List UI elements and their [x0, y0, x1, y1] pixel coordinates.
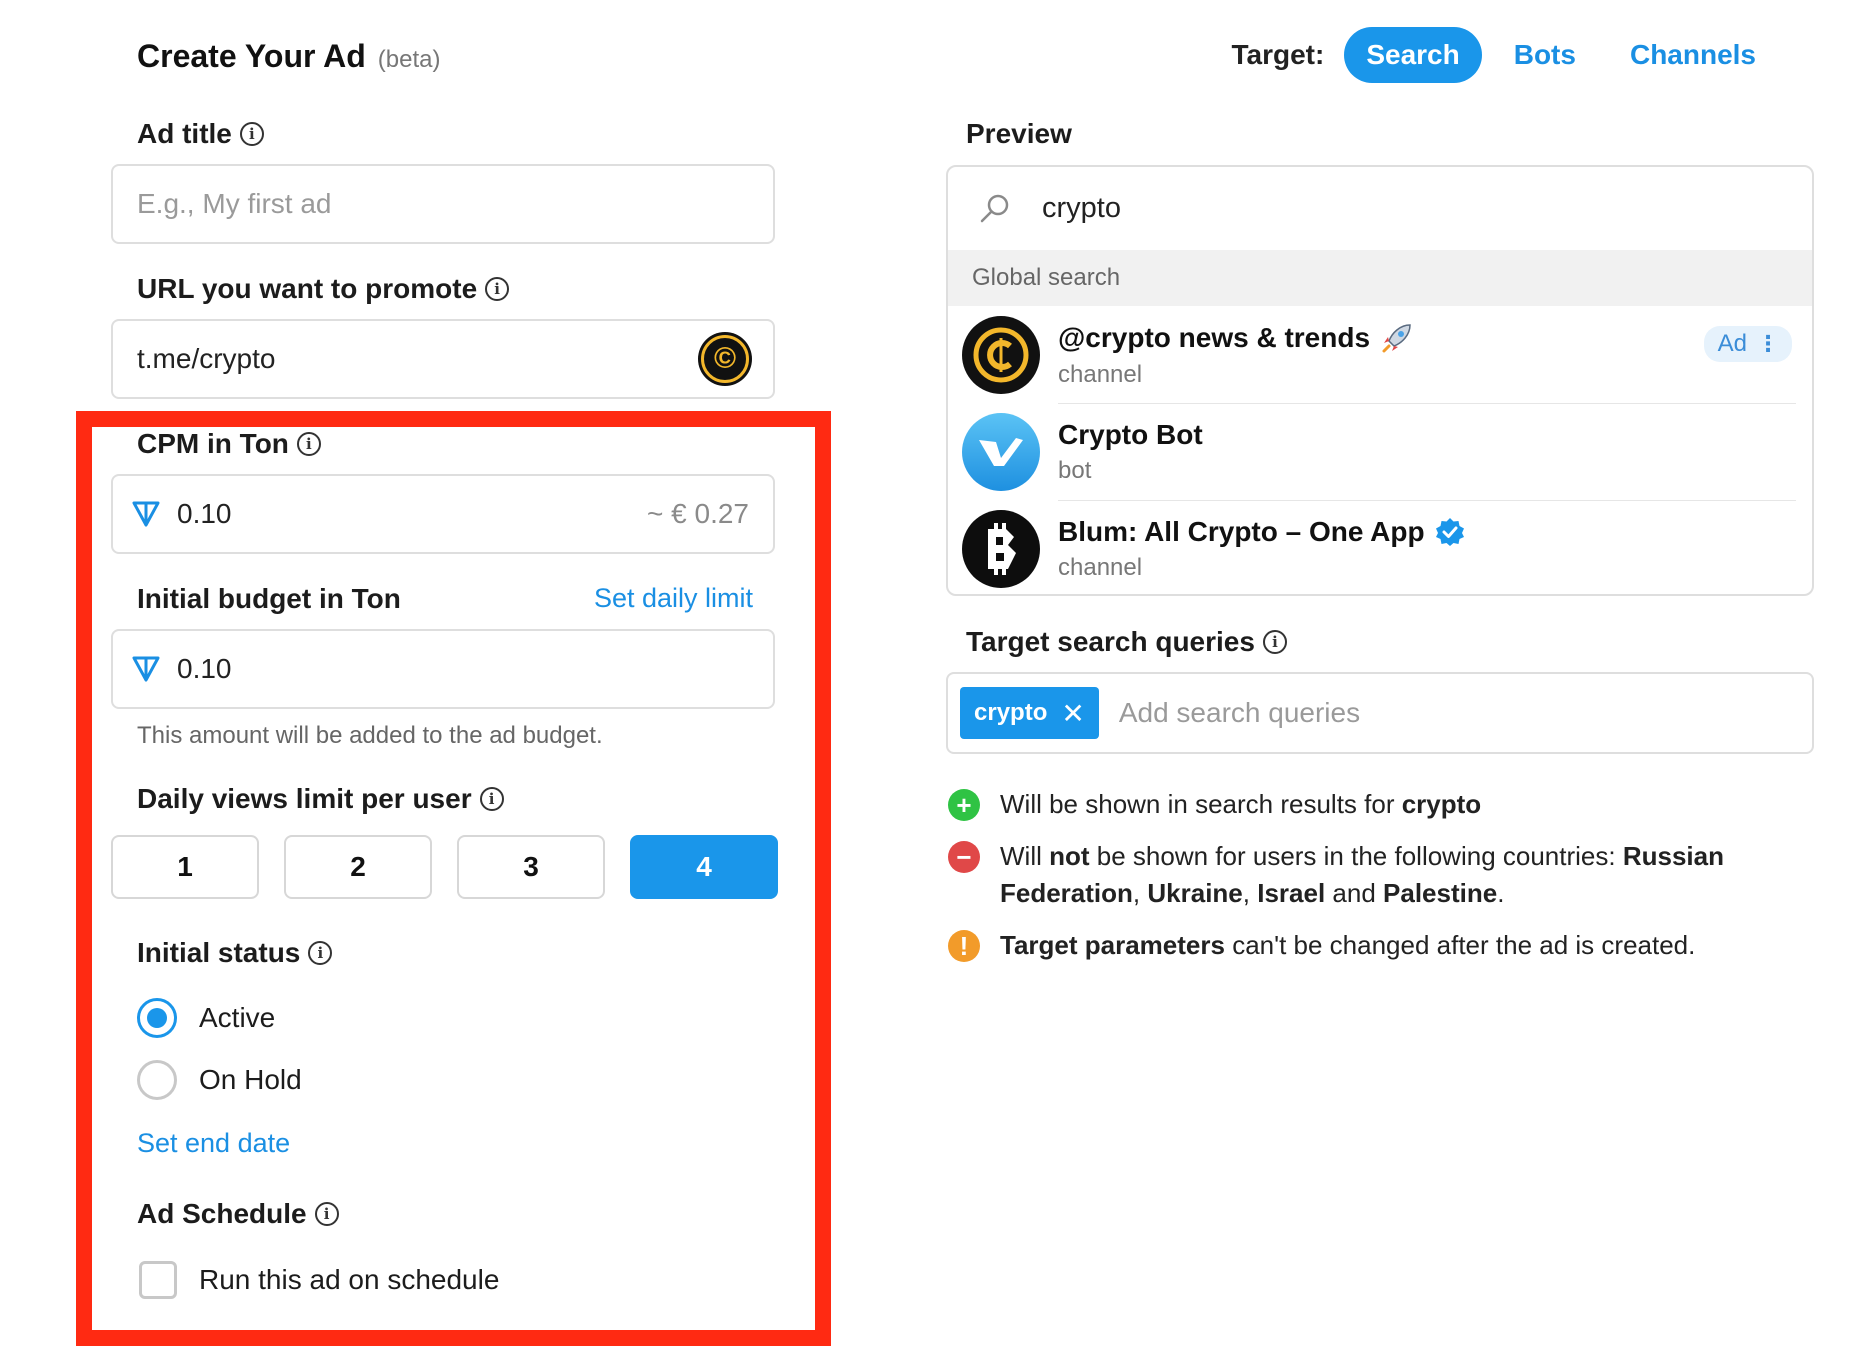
note-shown-query: crypto — [1401, 789, 1482, 819]
preview-section-header: Global search — [948, 250, 1812, 306]
note-bold: Target parameters — [1000, 930, 1225, 960]
result-name: Crypto Bot — [1058, 418, 1203, 450]
country-name: Israel — [1257, 878, 1326, 908]
close-icon[interactable]: ✕ — [1061, 697, 1084, 730]
preview-result: Crypto Bot bot — [948, 403, 1812, 500]
preview-search-bar: crypto — [948, 167, 1812, 250]
note-shown-prefix: Will be shown in search results for — [1000, 789, 1395, 819]
target-queries-placeholder: Add search queries — [1118, 697, 1361, 728]
note-text: be shown for users in the following coun… — [1096, 841, 1616, 871]
target-queries-label: Target search queries i — [966, 626, 1287, 658]
plus-circle-icon: + — [948, 789, 980, 821]
ad-title-placeholder: E.g., My first ad — [137, 188, 332, 219]
search-icon — [980, 194, 1009, 222]
result-type: channel — [1058, 553, 1143, 581]
note-text: Will — [1000, 841, 1042, 871]
url-label: URL you want to promote i — [137, 273, 510, 305]
more-vertical-icon[interactable]: ⋮ — [1757, 331, 1779, 357]
country-name: Ukraine — [1147, 878, 1243, 908]
country-name: Palestine — [1383, 878, 1498, 908]
tab-search[interactable]: Search — [1344, 27, 1482, 83]
beta-tag: (beta) — [377, 46, 441, 73]
highlight-box — [76, 411, 831, 1346]
query-chip: crypto ✕ — [960, 687, 1099, 739]
url-value: t.me/crypto — [137, 343, 276, 374]
coin-logo-icon: © — [701, 335, 749, 383]
ad-title-label-text: Ad title — [137, 118, 232, 149]
blum-logo-icon — [988, 522, 1016, 575]
note-warning: ! Target parameters can't be changed aft… — [948, 927, 1808, 964]
title-text: Create Your Ad — [137, 38, 366, 74]
result-name: @crypto news & trends — [1058, 321, 1414, 355]
page-title: Create Your Ad (beta) — [137, 38, 441, 75]
rocket-icon — [1382, 323, 1411, 352]
result-text: Crypto Bot bot — [1058, 419, 1203, 485]
result-name-text: @crypto news & trends — [1058, 321, 1371, 353]
info-icon[interactable]: i — [239, 122, 264, 146]
preview-result: @crypto news & trends channel Ad ⋮ — [948, 306, 1812, 403]
result-name: Blum: All Crypto – One App — [1058, 516, 1465, 548]
note-bold: not — [1049, 841, 1090, 871]
create-ad-page: Create Your Ad (beta) Target: Search Bots… — [0, 0, 1868, 1348]
result-type: channel — [1058, 360, 1143, 388]
target-queries-field[interactable]: crypto ✕ Add search queries — [946, 672, 1814, 754]
warning-icon: ! — [948, 930, 980, 962]
ad-title-field[interactable]: E.g., My first ad — [111, 164, 775, 244]
info-icon[interactable]: i — [1262, 630, 1287, 654]
preview-result: Blum: All Crypto – One App channel — [948, 500, 1812, 594]
preview-panel: crypto Global search @crypto news & tren… — [946, 165, 1814, 596]
note-warning-text: Target parameters can't be changed after… — [1000, 927, 1695, 964]
result-text: Blum: All Crypto – One App channel — [1058, 516, 1465, 582]
ad-title-label: Ad title i — [137, 118, 264, 150]
note-text: can't be changed after the ad is created… — [1232, 930, 1696, 960]
target-selector: Target: Search Bots Channels — [1232, 27, 1779, 83]
result-type: bot — [1058, 456, 1092, 484]
note-shown-text: Will be shown in search results for cryp… — [1000, 786, 1481, 823]
preview-query: crypto — [1042, 192, 1121, 224]
crypto-bot-avatar — [962, 412, 1040, 491]
result-name-text: Blum: All Crypto – One App — [1058, 515, 1425, 547]
preview-label: Preview — [966, 118, 1072, 150]
note-text: and — [1332, 878, 1376, 908]
tab-channels[interactable]: Channels — [1608, 27, 1778, 83]
minus-circle-icon: − — [948, 841, 980, 873]
note-shown: + Will be shown in search results for cr… — [948, 786, 1808, 823]
query-chip-text: crypto — [974, 699, 1048, 726]
note-not-shown-text: Will not be shown for users in the follo… — [1000, 841, 1724, 908]
note-not-shown: − Will not be shown for users in the fol… — [948, 838, 1808, 912]
blum-avatar — [962, 509, 1040, 588]
ad-badge-text: Ad — [1717, 330, 1747, 357]
url-field[interactable]: t.me/crypto © — [111, 319, 775, 399]
info-icon[interactable]: i — [485, 277, 510, 301]
ad-badge[interactable]: Ad ⋮ — [1703, 326, 1792, 362]
target-label: Target: — [1231, 39, 1325, 70]
target-queries-label-text: Target search queries — [966, 626, 1255, 657]
preview-label-text: Preview — [966, 118, 1072, 149]
coin-logo-icon — [973, 327, 1029, 382]
verified-icon — [1435, 517, 1464, 546]
url-label-text: URL you want to promote — [137, 273, 478, 304]
crypto-bot-logo-icon — [979, 437, 1023, 466]
tab-bots[interactable]: Bots — [1492, 27, 1598, 83]
crypto-news-avatar — [962, 315, 1040, 394]
result-text: @crypto news & trends channel — [1058, 321, 1414, 389]
